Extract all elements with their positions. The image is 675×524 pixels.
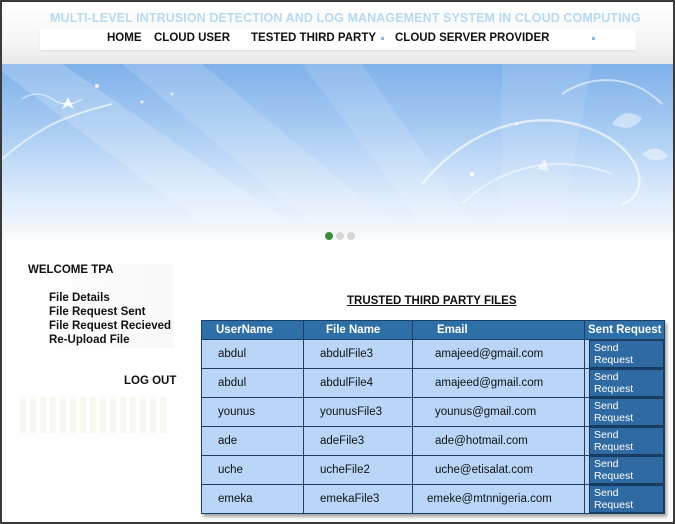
table-row: emeka emekaFile3 emeke@mtnnigeria.com Se… (201, 484, 665, 514)
files-table: UserName File Name Email Sent Request ab… (201, 320, 665, 514)
site-title: MULTI-LEVEL INTRUSION DETECTION AND LOG … (50, 11, 641, 25)
cell-file-name: abdulFile3 (303, 339, 413, 369)
cell-username: ade (201, 426, 304, 456)
nav-separator (592, 37, 595, 40)
table-row: abdul abdulFile4 amajeed@gmail.com Send … (201, 368, 665, 398)
nav-cloud-user[interactable]: CLOUD USER (154, 32, 230, 44)
cell-email: ade@hotmail.com (412, 426, 585, 456)
send-request-button[interactable]: Send Request (589, 456, 664, 484)
slider-dot-active[interactable] (325, 232, 333, 240)
send-request-button[interactable]: Send Request (589, 427, 664, 455)
slider-dots (325, 232, 355, 240)
header: MULTI-LEVEL INTRUSION DETECTION AND LOG … (2, 2, 673, 64)
welcome-heading: WELCOME TPA (28, 264, 114, 276)
nav-home[interactable]: HOME (107, 32, 142, 44)
cell-username: uche (201, 455, 304, 485)
table-row: ade adeFile3 ade@hotmail.com Send Reques… (201, 426, 665, 456)
faint-decoration (20, 397, 170, 433)
cell-action: Send Request (584, 397, 665, 427)
cell-email: emeke@mtnnigeria.com (412, 484, 585, 514)
sidebar-item-re-upload-file[interactable]: Re-Upload File (49, 334, 130, 346)
send-request-button[interactable]: Send Request (589, 369, 664, 397)
cell-action: Send Request (584, 339, 665, 369)
table-title: TRUSTED THIRD PARTY FILES (347, 295, 517, 307)
send-request-button[interactable]: Send Request (589, 485, 664, 513)
table-row: abdul abdulFile3 amajeed@gmail.com Send … (201, 339, 665, 369)
cell-username: abdul (201, 368, 304, 398)
nav-tested-third-party[interactable]: TESTED THIRD PARTY (251, 32, 376, 44)
cell-email: amajeed@gmail.com (412, 368, 585, 398)
slider-dot[interactable] (336, 232, 344, 240)
cell-action: Send Request (584, 484, 665, 514)
cell-action: Send Request (584, 455, 665, 485)
sidebar-item-file-details[interactable]: File Details (49, 292, 110, 304)
logout-link[interactable]: LOG OUT (124, 375, 176, 387)
cell-email: younus@gmail.com (412, 397, 585, 427)
sidebar-item-file-request-sent[interactable]: File Request Sent (49, 306, 146, 318)
cell-email: uche@etisalat.com (412, 455, 585, 485)
cell-email: amajeed@gmail.com (412, 339, 585, 369)
cell-action: Send Request (584, 426, 665, 456)
cell-file-name: younusFile3 (303, 397, 413, 427)
nav-cloud-server-provider[interactable]: CLOUD SERVER PROVIDER (395, 32, 549, 44)
table-header-row: UserName File Name Email Sent Request (201, 320, 665, 340)
table-row: uche ucheFile2 uche@etisalat.com Send Re… (201, 455, 665, 485)
sidebar: WELCOME TPA File Details File Request Se… (22, 264, 174, 348)
send-request-button[interactable]: Send Request (589, 340, 664, 368)
table-row: younus younusFile3 younus@gmail.com Send… (201, 397, 665, 427)
banner-image (2, 64, 673, 224)
cell-file-name: emekaFile3 (303, 484, 413, 514)
slider-dot[interactable] (347, 232, 355, 240)
cell-username: emeka (201, 484, 304, 514)
cell-username: younus (201, 397, 304, 427)
page-frame: MULTI-LEVEL INTRUSION DETECTION AND LOG … (0, 0, 675, 524)
column-header-username: UserName (201, 320, 304, 340)
send-request-button[interactable]: Send Request (589, 398, 664, 426)
column-header-sent-request: Sent Request (584, 320, 665, 340)
navbar: HOME CLOUD USER TESTED THIRD PARTY CLOUD… (40, 29, 636, 50)
cell-file-name: adeFile3 (303, 426, 413, 456)
column-header-email: Email (412, 320, 585, 340)
cell-username: abdul (201, 339, 304, 369)
cell-file-name: ucheFile2 (303, 455, 413, 485)
cell-action: Send Request (584, 368, 665, 398)
cell-file-name: abdulFile4 (303, 368, 413, 398)
nav-separator (381, 37, 384, 40)
column-header-file-name: File Name (303, 320, 413, 340)
sidebar-item-file-request-recieved[interactable]: File Request Recieved (49, 320, 171, 332)
